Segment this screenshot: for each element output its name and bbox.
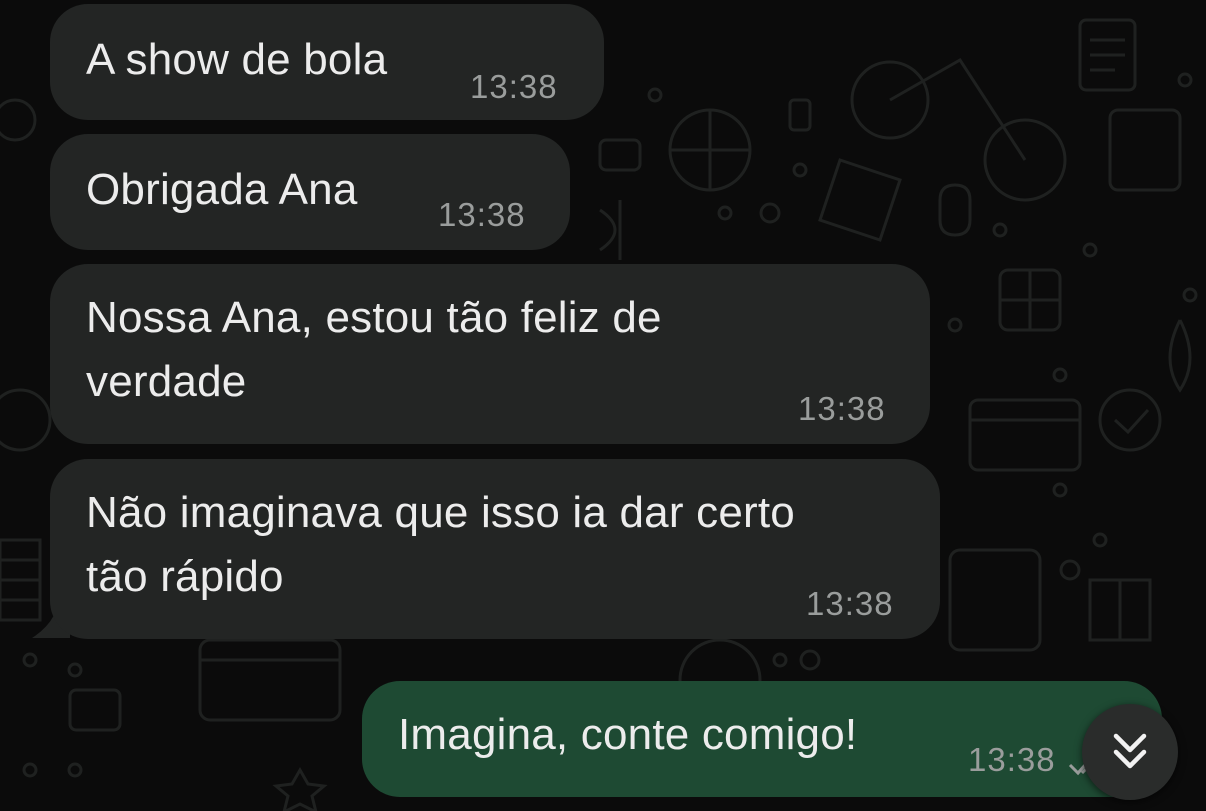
message-bubble-incoming[interactable]: Obrigada Ana 13:38: [50, 134, 570, 250]
message-bubble-outgoing[interactable]: Imagina, conte comigo! 13:38: [362, 681, 1162, 797]
message-timestamp: 13:38: [438, 196, 526, 233]
message-text: Não imaginava que isso ia dar certo tão …: [86, 488, 795, 601]
message-timestamp: 13:38: [798, 390, 886, 427]
double-chevron-down-icon: [1113, 733, 1147, 769]
message-text: A show de bola: [86, 35, 388, 84]
message-timestamp: 13:38: [470, 68, 558, 105]
message-timestamp: 13:38: [806, 585, 894, 622]
message-bubble-incoming[interactable]: Não imaginava que isso ia dar certo tão …: [50, 459, 940, 639]
message-timestamp: 13:38: [968, 741, 1056, 778]
scroll-to-bottom-button[interactable]: [1082, 704, 1178, 800]
message-text: Obrigada Ana: [86, 165, 358, 214]
message-text: Nossa Ana, estou tão feliz de verdade: [86, 293, 662, 406]
message-bubble-incoming[interactable]: A show de bola 13:38: [50, 4, 604, 120]
message-text: Imagina, conte comigo!: [398, 710, 858, 759]
message-bubble-incoming[interactable]: Nossa Ana, estou tão feliz de verdade 13…: [50, 264, 930, 444]
